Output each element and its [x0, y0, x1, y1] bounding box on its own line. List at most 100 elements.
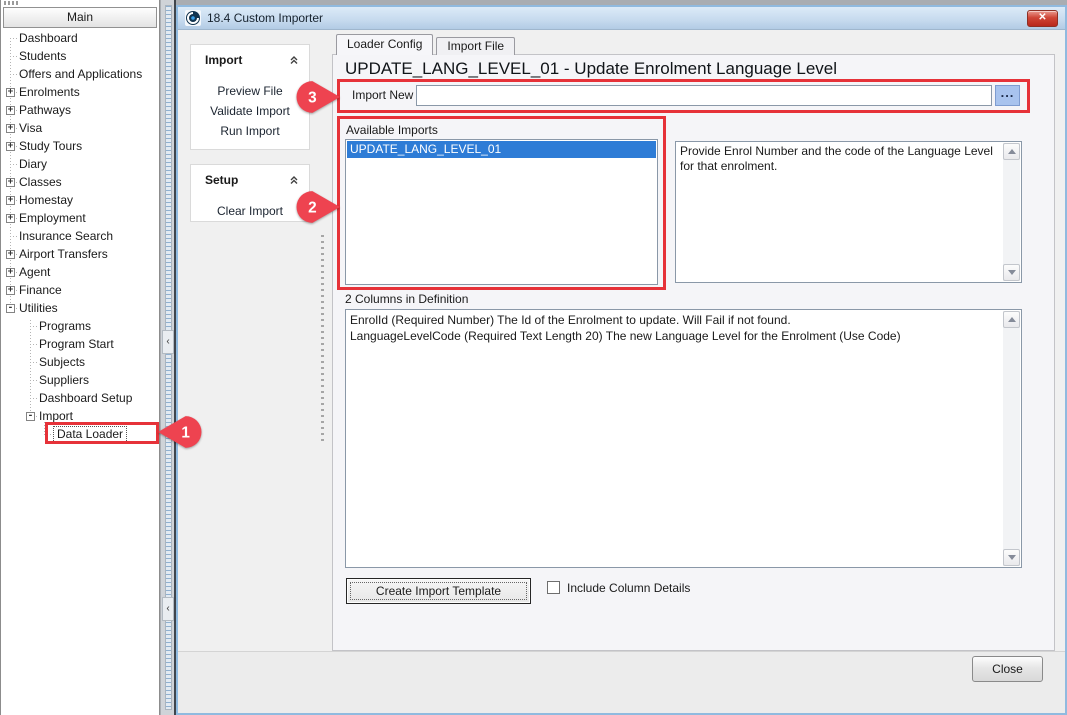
plus-expander-icon[interactable]: +	[6, 124, 15, 133]
import-list-item-update-lang-level-01[interactable]: UPDATE_LANG_LEVEL_01	[347, 141, 656, 158]
minus-expander-icon[interactable]: -	[26, 412, 35, 421]
annotation-badge-2: 2	[296, 190, 340, 224]
tree-item-label: Program Start	[39, 335, 114, 353]
tree-item-label: Insurance Search	[19, 227, 113, 245]
sidebar-item-classes[interactable]: +Classes	[1, 173, 159, 191]
tree-item-label: Airport Transfers	[19, 245, 108, 263]
browse-button[interactable]: ...	[995, 85, 1020, 106]
sidebar-item-program-start[interactable]: Program Start	[1, 335, 159, 353]
close-window-icon[interactable]: ✕	[1027, 10, 1058, 27]
plus-expander-icon[interactable]: +	[6, 178, 15, 187]
plus-expander-icon[interactable]: +	[6, 268, 15, 277]
sidebar-item-agent[interactable]: +Agent	[1, 263, 159, 281]
columns-in-definition-label: 2 Columns in Definition	[345, 292, 468, 306]
sidebar-item-enrolments[interactable]: +Enrolments	[1, 83, 159, 101]
sidebar-header-main[interactable]: Main	[3, 7, 157, 28]
tree-item-label: Programs	[39, 317, 91, 335]
import-new-input[interactable]	[416, 85, 992, 106]
tree-item-label: Offers and Applications	[19, 65, 142, 83]
available-imports-list[interactable]: UPDATE_LANG_LEVEL_01	[345, 139, 658, 285]
scroll-up-icon[interactable]	[1003, 143, 1020, 160]
collapse-left-icon[interactable]: ‹	[162, 597, 174, 621]
tree-item-label: Dashboard Setup	[39, 389, 132, 407]
plus-expander-icon[interactable]: +	[6, 142, 15, 151]
nav-group-import-header[interactable]: Import	[191, 45, 309, 71]
sidebar-item-airport-transfers[interactable]: + Airport Transfers	[1, 245, 159, 263]
create-import-template-button[interactable]: Create Import Template	[346, 578, 531, 604]
tree-item-label: Import	[39, 407, 73, 425]
annotation-badge-1: 1	[158, 415, 202, 449]
plus-expander-icon[interactable]: +	[6, 214, 15, 223]
nav-item-clear-import[interactable]: Clear Import	[191, 201, 309, 221]
svg-text:1: 1	[181, 425, 190, 442]
tree-item-label: Subjects	[39, 353, 85, 371]
tab-loader-config[interactable]: Loader Config	[336, 34, 433, 55]
minus-expander-icon[interactable]: -	[6, 304, 15, 313]
tab-import-file[interactable]: Import File	[436, 37, 515, 55]
dialog-footer	[178, 651, 1065, 713]
columns-definition-box[interactable]: EnrolId (Required Number) The Id of the …	[345, 309, 1022, 568]
scroll-up-icon[interactable]	[1003, 311, 1020, 328]
dotted-splitter[interactable]	[321, 235, 324, 445]
tree-item-label: Students	[19, 47, 66, 65]
tree-item-label: Data Loader	[53, 426, 127, 443]
plus-expander-icon[interactable]: +	[6, 250, 15, 259]
sidebar-item-finance[interactable]: +Finance	[1, 281, 159, 299]
sidebar-item-utilities[interactable]: -Utilities	[1, 299, 159, 317]
sidebar-item-visa[interactable]: +Visa	[1, 119, 159, 137]
sidebar-item-subjects[interactable]: Subjects	[1, 353, 159, 371]
sidebar-item-import[interactable]: -Import	[1, 407, 159, 425]
svg-text:2: 2	[308, 200, 317, 217]
sidebar-item-study-tours[interactable]: + Study Tours	[1, 137, 159, 155]
tree-item-label: Employment	[19, 209, 86, 227]
svg-text:3: 3	[308, 90, 317, 107]
nav-items-setup: Clear Import	[191, 191, 309, 221]
sidebar-item-suppliers[interactable]: Suppliers	[1, 371, 159, 389]
tree-item-label: Dashboard	[19, 29, 78, 47]
columns-definition-text: EnrolId (Required Number) The Id of the …	[350, 312, 999, 344]
plus-expander-icon[interactable]: +	[6, 286, 15, 295]
import-description-text: Provide Enrol Number and the code of the…	[680, 144, 999, 174]
app-logo-icon	[185, 10, 201, 26]
page-title: UPDATE_LANG_LEVEL_01 - Update Enrolment …	[345, 59, 837, 79]
import-new-label: Import New	[352, 88, 413, 102]
include-column-details-checkbox[interactable]	[547, 581, 560, 594]
sidebar-item-programs[interactable]: Programs	[1, 317, 159, 335]
dialog-title: 18.4 Custom Importer	[207, 11, 323, 25]
nav-items-import: Preview FileValidate ImportRun Import	[191, 71, 309, 141]
close-button[interactable]: Close	[972, 656, 1043, 682]
scroll-down-icon[interactable]	[1003, 549, 1020, 566]
sidebar-item-insurance-search[interactable]: Insurance Search	[1, 227, 159, 245]
sidebar-item-diary[interactable]: Diary	[1, 155, 159, 173]
tree-item-label: Study Tours	[19, 137, 82, 155]
sidebar-item-offers-and-applications[interactable]: Offers and Applications	[1, 65, 159, 83]
sidebar-item-homestay[interactable]: + Homestay	[1, 191, 159, 209]
plus-expander-icon[interactable]: +	[6, 106, 15, 115]
include-column-details-label: Include Column Details	[567, 581, 690, 595]
sidebar-item-pathways[interactable]: +Pathways	[1, 101, 159, 119]
sidebar-item-employment[interactable]: + Employment	[1, 209, 159, 227]
scroll-down-icon[interactable]	[1003, 264, 1020, 281]
sidebar: Main DashboardStudentsOffers and Applica…	[0, 0, 160, 715]
sidebar-item-data-loader[interactable]: Data Loader	[1, 425, 159, 443]
nav-group-import: Import Preview FileValidate ImportRun Im…	[190, 44, 310, 150]
available-imports-label: Available Imports	[346, 123, 438, 137]
nav-group-setup-header[interactable]: Setup	[191, 165, 309, 191]
sidebar-item-dashboard[interactable]: Dashboard	[1, 29, 159, 47]
nav-item-run-import[interactable]: Run Import	[191, 121, 309, 141]
nav-group-setup: Setup Clear Import	[190, 164, 310, 222]
nav-item-validate-import[interactable]: Validate Import	[191, 101, 309, 121]
import-description-box[interactable]: Provide Enrol Number and the code of the…	[675, 141, 1022, 283]
plus-expander-icon[interactable]: +	[6, 196, 15, 205]
annotation-badge-3: 3	[296, 80, 340, 114]
plus-expander-icon[interactable]: +	[6, 88, 15, 97]
sidebar-item-students[interactable]: Students	[1, 47, 159, 65]
sidebar-item-dashboard-setup[interactable]: Dashboard Setup	[1, 389, 159, 407]
tree-item-label: Homestay	[19, 191, 73, 209]
collapse-left-icon[interactable]: ‹	[162, 330, 174, 354]
scrollbar[interactable]	[1003, 143, 1020, 281]
nav-item-preview-file[interactable]: Preview File	[191, 81, 309, 101]
nav-group-title: Setup	[205, 173, 238, 187]
tree-item-label: Utilities	[19, 299, 58, 317]
scrollbar[interactable]	[1003, 311, 1020, 566]
